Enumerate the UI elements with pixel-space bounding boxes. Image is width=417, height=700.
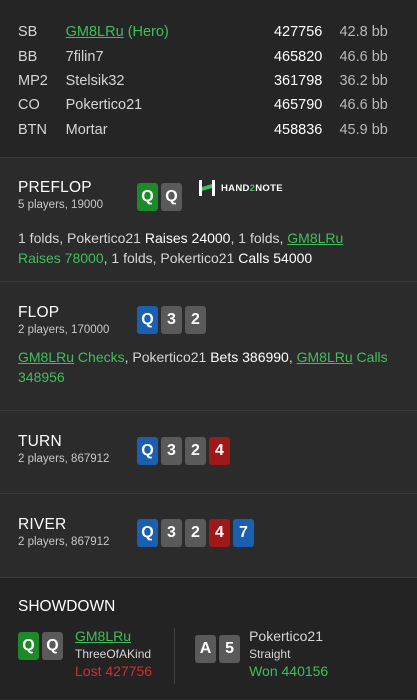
card: 2 <box>185 437 206 465</box>
hole-cards: A 5 <box>195 635 241 663</box>
player-row: CO Pokertico21 465790 46.6 bb <box>18 93 399 117</box>
card: 7 <box>233 519 254 547</box>
street-preflop: PREFLOP 5 players, 19000 Q Q HAND2NOTE 1… <box>0 158 417 282</box>
card: Q <box>137 306 158 334</box>
card: Q <box>137 183 158 211</box>
street-title-block: TURN 2 players, 867912 <box>18 433 137 465</box>
player-row: MP2 Stelsik32 361798 36.2 bb <box>18 69 399 93</box>
player-stack: 458836 <box>273 121 323 138</box>
card: 2 <box>185 306 206 334</box>
hero-link[interactable]: GM8LRu <box>297 349 353 365</box>
card: 2 <box>185 519 206 547</box>
hand-result: Won 440156 <box>249 663 329 679</box>
player-bb: 45.9 bb <box>339 121 388 138</box>
board-cards: Q 3 2 4 7 <box>137 519 254 547</box>
street-flop: FLOP 2 players, 170000 Q 3 2 GM8LRu Chec… <box>0 282 417 411</box>
hero-name-link[interactable]: GM8LRu <box>66 24 124 40</box>
player-row: BTN Mortar 458836 45.9 bb <box>18 118 399 142</box>
board-cards: Q 3 2 <box>137 306 206 334</box>
street-subtitle: 2 players, 170000 <box>18 324 110 336</box>
player-row: BB 7filin7 465820 46.6 bb <box>18 44 399 68</box>
player-position: MP2 <box>18 72 48 89</box>
hero-link[interactable]: GM8LRu <box>18 349 74 365</box>
hero-link[interactable]: GM8LRu <box>75 628 152 644</box>
street-title-block: FLOP 2 players, 170000 <box>18 304 137 336</box>
player-position: BTN <box>18 121 47 138</box>
player-position: SB <box>18 24 38 41</box>
showdown-info: GM8LRu ThreeOfAKind Lost 427756 <box>75 628 152 679</box>
player-name: GM8LRu (Hero) <box>66 24 274 40</box>
player-stack: 465790 <box>273 97 323 114</box>
card: Q <box>161 183 182 211</box>
hero-hole-cards: Q Q <box>137 183 182 211</box>
player-position: BB <box>18 48 38 65</box>
street-subtitle: 5 players, 19000 <box>18 199 104 211</box>
card: 5 <box>219 635 241 663</box>
street-title: PREFLOP <box>18 179 92 196</box>
card: 4 <box>209 519 230 547</box>
hero-link[interactable]: GM8LRu <box>287 230 343 246</box>
card: 4 <box>209 437 230 465</box>
player-bb: 46.6 bb <box>339 48 388 65</box>
street-title: FLOP <box>18 304 60 321</box>
card: 3 <box>161 519 182 547</box>
showdown-info: Pokertico21 Straight Won 440156 <box>249 628 328 679</box>
player-bb: 46.6 bb <box>339 97 388 114</box>
players-table: SB GM8LRu (Hero) 427756 42.8 bb BB 7fili… <box>0 0 417 158</box>
showdown-title: SHOWDOWN <box>18 598 116 615</box>
player-bb: 36.2 bb <box>339 72 388 89</box>
player-stack: 465820 <box>273 48 323 65</box>
street-title-block: PREFLOP 5 players, 19000 <box>18 179 137 211</box>
hero-tag: (Hero) <box>127 24 169 41</box>
street-subtitle: 2 players, 867912 <box>18 536 110 548</box>
street-subtitle: 2 players, 867912 <box>18 453 110 465</box>
showdown-hand-villain: A 5 Pokertico21 Straight Won 440156 <box>195 628 328 684</box>
player-name: Mortar <box>65 121 108 138</box>
showdown-hands: Q Q GM8LRu ThreeOfAKind Lost 427756 A 5 … <box>18 628 399 684</box>
hand-result: Lost 427756 <box>75 663 153 679</box>
hand2note-logo: HAND2NOTE <box>198 179 283 197</box>
street-actions: 1 folds, Pokertico21 Raises 24000, 1 fol… <box>18 230 344 266</box>
card: Q <box>137 437 158 465</box>
street-river: RIVER 2 players, 867912 Q 3 2 4 7 <box>0 494 417 578</box>
hand-rank: ThreeOfAKind <box>75 647 152 661</box>
card: 3 <box>161 306 182 334</box>
card: Q <box>137 519 158 547</box>
player-stack: 361798 <box>273 72 323 89</box>
hand2note-logo-icon <box>198 179 216 197</box>
player-position: CO <box>18 97 40 114</box>
street-title: TURN <box>18 433 62 450</box>
street-title-block: RIVER 2 players, 867912 <box>18 516 137 548</box>
player-name: Stelsik32 <box>65 72 125 89</box>
street-actions: GM8LRu Checks, Pokertico21 Bets 386990, … <box>18 349 388 385</box>
card: A <box>195 635 217 663</box>
player-name: Pokertico21 <box>65 97 143 114</box>
showdown-section: SHOWDOWN Q Q GM8LRu ThreeOfAKind Lost 42… <box>0 578 417 699</box>
board-cards: Q 3 2 4 <box>137 437 230 465</box>
showdown-hand-hero: Q Q GM8LRu ThreeOfAKind Lost 427756 <box>18 628 152 684</box>
player-name: 7filin7 <box>65 48 104 65</box>
player-name: Pokertico21 <box>249 628 324 644</box>
street-turn: TURN 2 players, 867912 Q 3 2 4 <box>0 411 417 494</box>
showdown-divider <box>174 628 176 684</box>
hole-cards: Q Q <box>18 632 63 660</box>
card: 3 <box>161 437 182 465</box>
player-stack: 427756 <box>273 24 323 41</box>
hand2note-logo-text: HAND2NOTE <box>221 182 283 194</box>
street-title: RIVER <box>18 516 67 533</box>
player-bb: 42.8 bb <box>339 24 388 41</box>
player-row: SB GM8LRu (Hero) 427756 42.8 bb <box>18 20 399 44</box>
hand-rank: Straight <box>249 647 291 661</box>
card: Q <box>18 632 39 660</box>
card: Q <box>42 632 63 660</box>
